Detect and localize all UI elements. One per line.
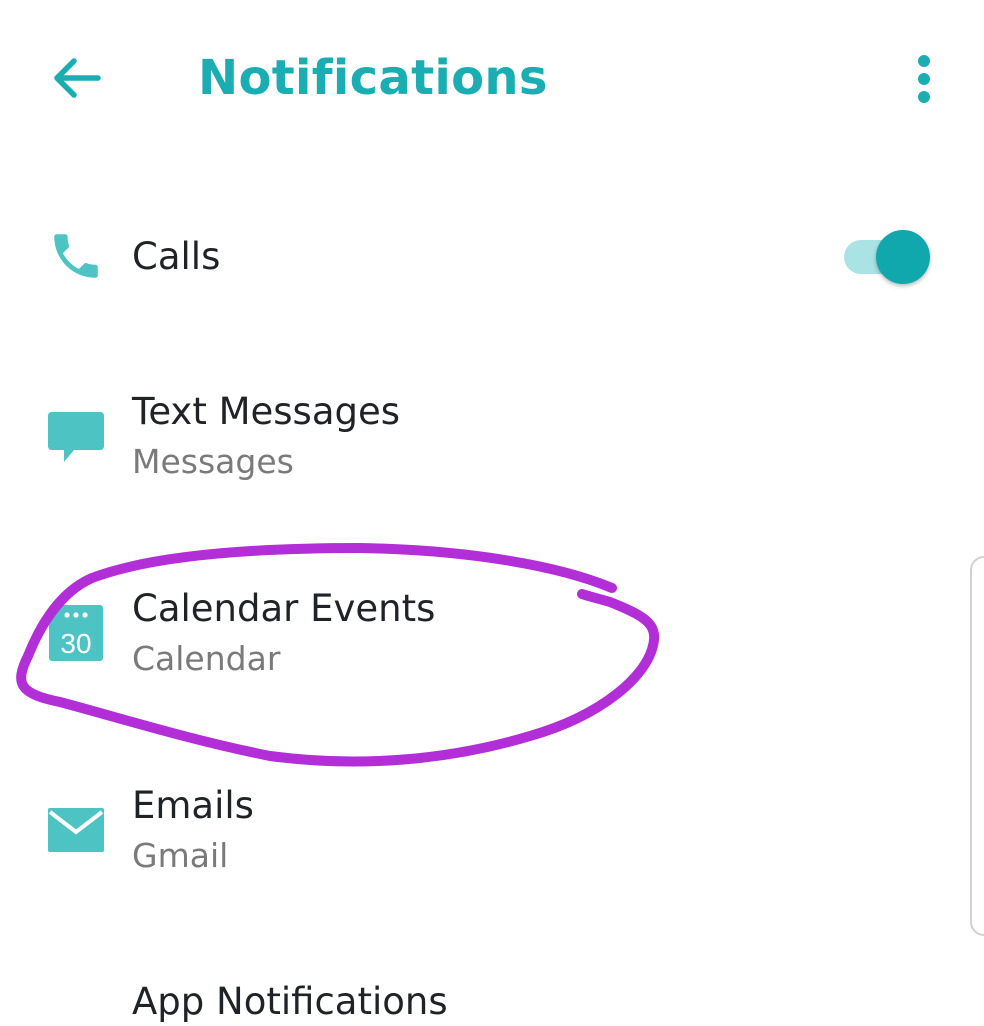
item-sublabel: Calendar <box>132 639 281 678</box>
item-sublabel: Messages <box>132 442 294 481</box>
item-label: Text Messages <box>132 390 401 433</box>
item-sublabel: Gmail <box>132 836 229 875</box>
list-item-calendar-events[interactable]: 30 Calendar Events Calendar <box>0 577 984 697</box>
item-label: Calendar Events <box>132 587 436 630</box>
page-title: Notifications <box>198 50 548 106</box>
list-item-app-notifications[interactable]: App Notifications <box>0 970 984 1023</box>
calendar-icon: 30 <box>44 601 108 665</box>
list-item-calls[interactable]: Calls <box>0 200 984 320</box>
calls-toggle[interactable] <box>842 228 934 288</box>
arrow-left-icon <box>54 58 101 98</box>
item-label: Calls <box>132 235 221 278</box>
message-icon <box>44 404 108 468</box>
item-label: App Notifications <box>132 980 448 1023</box>
toggle-thumb <box>876 230 930 284</box>
more-options-button[interactable] <box>898 46 950 112</box>
calendar-day-text: 30 <box>60 628 91 659</box>
list-item-emails[interactable]: Emails Gmail <box>0 774 984 894</box>
mail-icon <box>44 798 108 862</box>
edge-panel-handle[interactable] <box>970 556 984 936</box>
back-button[interactable] <box>40 46 112 110</box>
list-item-text-messages[interactable]: Text Messages Messages <box>0 380 984 500</box>
more-vert-icon <box>918 55 930 103</box>
item-label: Emails <box>132 784 254 827</box>
phone-icon <box>44 224 108 288</box>
app-bar: Notifications <box>0 0 984 160</box>
